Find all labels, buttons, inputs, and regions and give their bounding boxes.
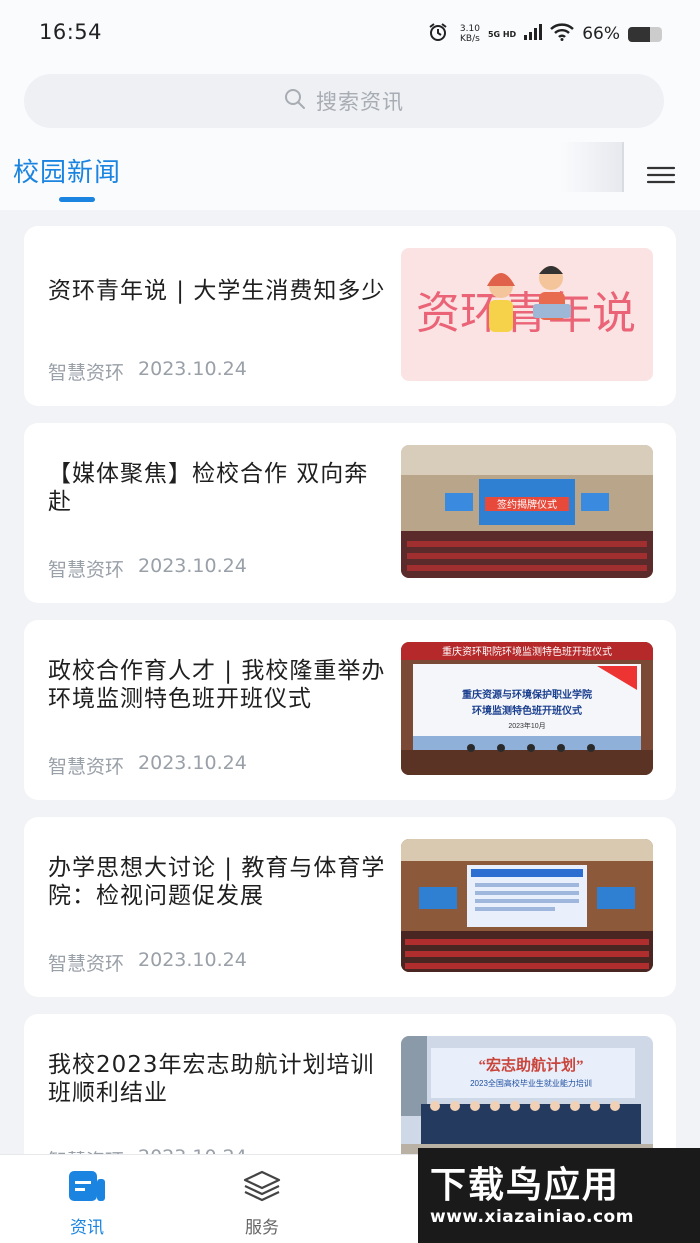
- thumb-text: 签约揭牌仪式: [497, 498, 557, 511]
- search-placeholder: 搜索资讯: [316, 90, 404, 114]
- news-meta: 智慧资环 2023.10.24: [48, 752, 247, 779]
- battery-icon: [628, 26, 662, 42]
- network-speed: 3.10 KB/s: [460, 24, 480, 44]
- news-title: 【媒体聚焦】检校合作 双向奔赴: [48, 461, 369, 515]
- news-thumbnail: 重庆资环职院环境监测特色班开班仪式 重庆资源与环境保护职业学院 环境监测特色班开…: [401, 642, 653, 775]
- thumb-text-1: “宏志助航计划”: [478, 1056, 583, 1074]
- battery-percent: 66%: [582, 24, 620, 44]
- news-date: 2023.10.24: [138, 949, 247, 971]
- news-thumbnail: [401, 839, 653, 972]
- signal-icon: [524, 24, 543, 44]
- nav-label: 资讯: [70, 1218, 104, 1238]
- thumb-text-3: 2023年10月: [508, 721, 545, 730]
- search-input[interactable]: 搜索资讯: [24, 74, 664, 128]
- news-title: 办学思想大讨论 | 教育与体育学院：检视问题促发展: [48, 855, 386, 909]
- news-list: 资环青年说 | 大学生消费知多少 智慧资环 2023.10.24 资环青年说 【…: [24, 226, 676, 1211]
- news-card[interactable]: 办学思想大讨论 | 教育与体育学院：检视问题促发展 智慧资环 2023.10.2…: [24, 817, 676, 997]
- battery-level: [628, 26, 651, 42]
- news-source: 智慧资环: [48, 362, 125, 384]
- network-type: 5G HD: [487, 29, 517, 39]
- news-source: 智慧资环: [48, 559, 125, 581]
- news-source: 智慧资环: [48, 953, 125, 975]
- news-date: 2023.10.24: [138, 752, 247, 774]
- news-thumbnail: 资环青年说: [401, 248, 653, 381]
- thumb-banner: 重庆资环职院环境监测特色班开班仪式: [442, 645, 612, 658]
- watermark-title: 下载鸟应用: [430, 1164, 621, 1206]
- news-title: 资环青年说 | 大学生消费知多少: [48, 278, 386, 304]
- news-meta: 智慧资环 2023.10.24: [48, 949, 247, 976]
- news-title: 我校2023年宏志助航计划培训班顺利结业: [48, 1052, 375, 1106]
- news-meta: 智慧资环 2023.10.24: [48, 555, 247, 582]
- nav-label: 服务: [245, 1218, 279, 1238]
- news-source: 智慧资环: [48, 756, 125, 778]
- network-speed-value: 3.10: [459, 24, 480, 34]
- nav-item-services[interactable]: 服务: [212, 1169, 312, 1238]
- news-title: 政校合作育人才 | 我校隆重举办环境监测特色班开班仪式: [48, 658, 386, 712]
- tab-indicator: [59, 197, 95, 202]
- network-speed-unit: KB/s: [460, 34, 480, 44]
- news-date: 2023.10.24: [138, 358, 247, 380]
- status-bar: 16:54 3.10 KB/s 5G HD 66%: [0, 0, 700, 66]
- thumb-text: 资环青年说: [416, 289, 636, 338]
- menu-icon[interactable]: [640, 160, 682, 190]
- tab-scroll-fade: [560, 142, 624, 192]
- watermark-url: www.xiazainiao.com: [430, 1206, 634, 1227]
- news-icon: [67, 1169, 107, 1207]
- status-indicators: 3.10 KB/s 5G HD 66%: [428, 20, 662, 48]
- thumb-text-2: 2023全国高校毕业生就业能力培训: [470, 1078, 592, 1088]
- tab-campus-news[interactable]: 校园新闻: [13, 152, 121, 189]
- nav-item-news[interactable]: 资讯: [37, 1169, 137, 1238]
- watermark-overlay: 下载鸟应用 www.xiazainiao.com: [418, 1148, 700, 1243]
- news-card[interactable]: 资环青年说 | 大学生消费知多少 智慧资环 2023.10.24 资环青年说: [24, 226, 676, 406]
- alarm-icon: [428, 22, 448, 46]
- search-icon: [284, 88, 306, 114]
- news-thumbnail: 签约揭牌仪式: [401, 445, 653, 578]
- news-meta: 智慧资环 2023.10.24: [48, 358, 247, 385]
- wifi-icon: [550, 23, 575, 45]
- thumb-text-1: 重庆资源与环境保护职业学院: [462, 688, 592, 701]
- news-date: 2023.10.24: [138, 555, 247, 577]
- news-card[interactable]: 政校合作育人才 | 我校隆重举办环境监测特色班开班仪式 智慧资环 2023.10…: [24, 620, 676, 800]
- category-tabs: 校园新闻: [0, 142, 700, 210]
- thumb-text-2: 环境监测特色班开班仪式: [472, 704, 582, 717]
- status-time: 16:54: [39, 20, 103, 44]
- layers-icon: [242, 1169, 282, 1207]
- news-card[interactable]: 【媒体聚焦】检校合作 双向奔赴 智慧资环 2023.10.24 签约揭牌仪式: [24, 423, 676, 603]
